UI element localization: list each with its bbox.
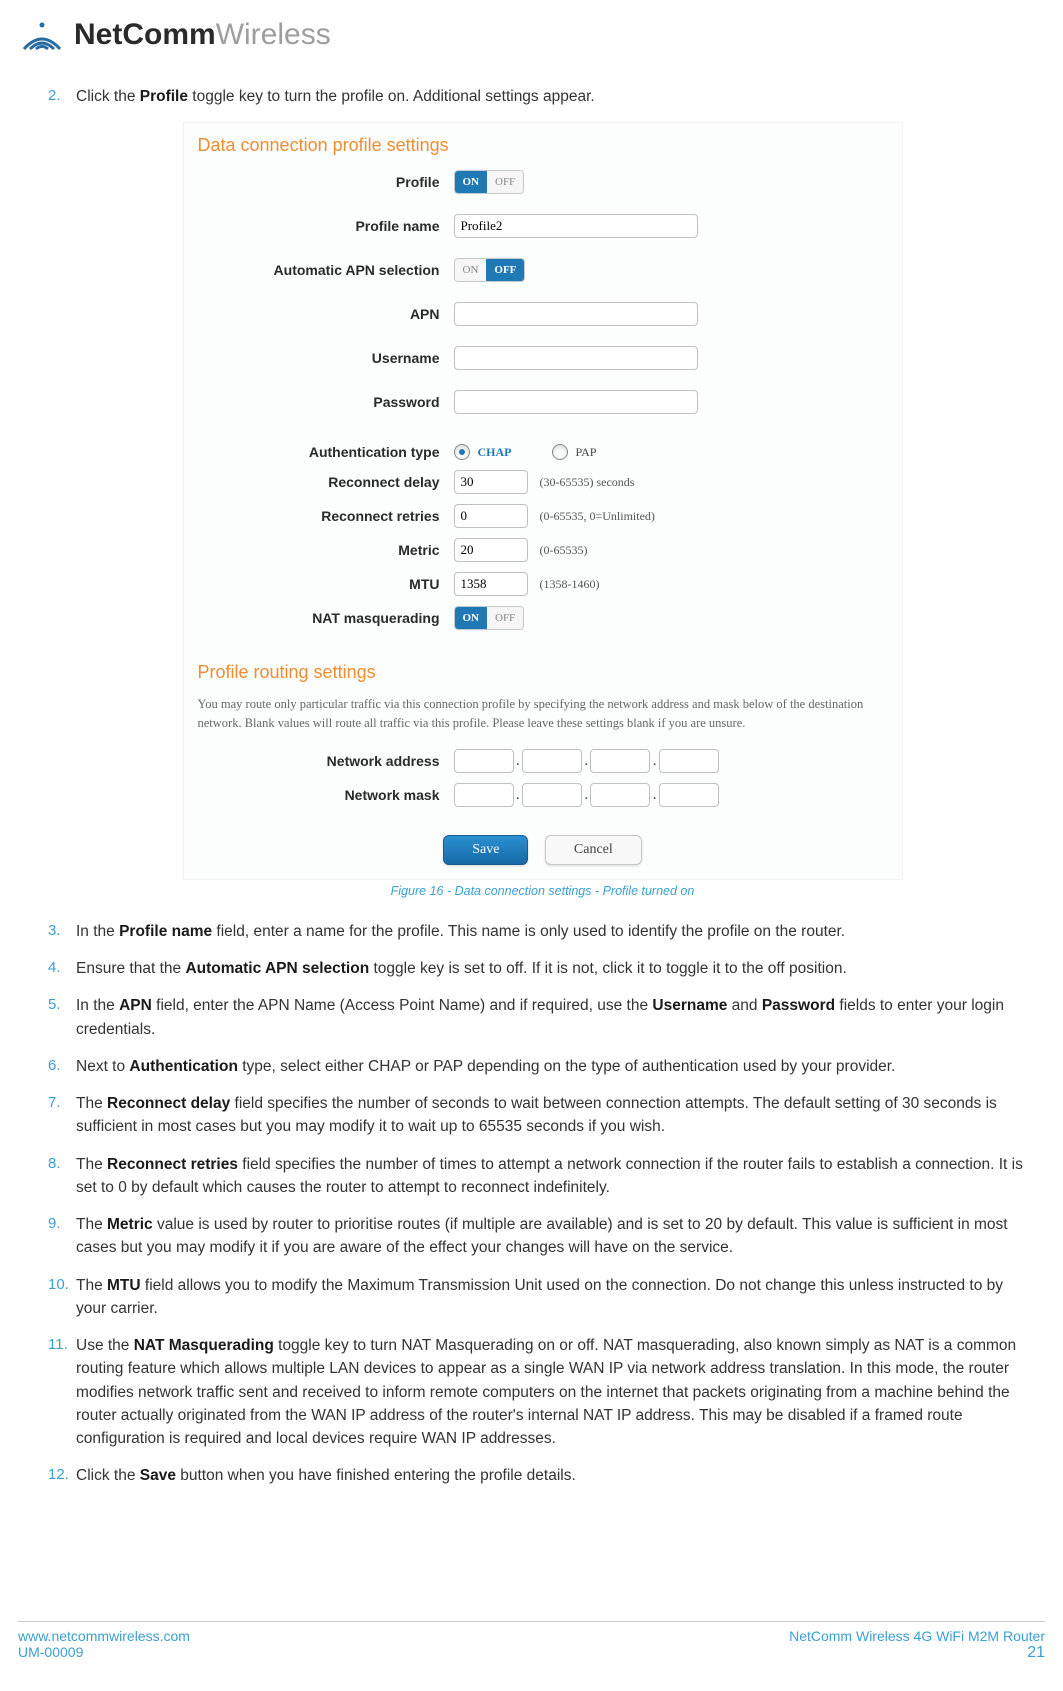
step-4: 4.Ensure that the Automatic APN selectio… <box>48 957 1037 980</box>
step-5: 5.In the APN field, enter the APN Name (… <box>48 994 1037 1041</box>
netmask-octet-1[interactable] <box>454 783 514 807</box>
brand-text: NetCommWireless <box>74 18 331 52</box>
netmask-octet-3[interactable] <box>590 783 650 807</box>
username-input[interactable] <box>454 346 698 370</box>
label-metric: Metric <box>184 542 454 558</box>
settings-screenshot: Data connection profile settings Profile… <box>183 122 903 880</box>
reconnect-retries-hint: (0-65535, 0=Unlimited) <box>540 509 655 524</box>
footer-product: NetComm Wireless 4G WiFi M2M Router <box>789 1628 1045 1644</box>
apn-input[interactable] <box>454 302 698 326</box>
netmask-octet-2[interactable] <box>522 783 582 807</box>
label-mtu: MTU <box>184 576 454 592</box>
save-button[interactable]: Save <box>443 835 528 865</box>
network-address-group: . . . <box>454 749 719 773</box>
auth-pap-radio[interactable]: PAP <box>552 444 597 460</box>
nat-toggle[interactable]: ONOFF <box>454 606 525 630</box>
footer-url: www.netcommwireless.com <box>18 1628 190 1644</box>
auth-chap-radio[interactable]: CHAP <box>454 444 512 460</box>
netaddr-octet-2[interactable] <box>522 749 582 773</box>
step-2: 2. Click the Profile toggle key to turn … <box>48 85 1037 108</box>
section-title-data-connection: Data connection profile settings <box>184 123 902 164</box>
label-password: Password <box>184 394 454 410</box>
brand-logo-icon <box>20 15 64 55</box>
step-12: 12.Click the Save button when you have f… <box>48 1464 1037 1487</box>
figure-caption: Figure 16 - Data connection settings - P… <box>48 884 1037 898</box>
netaddr-octet-3[interactable] <box>590 749 650 773</box>
step-6: 6.Next to Authentication type, select ei… <box>48 1055 1037 1078</box>
reconnect-retries-input[interactable] <box>454 504 528 528</box>
page-footer: www.netcommwireless.com UM-00009 NetComm… <box>18 1621 1045 1660</box>
step-8: 8.The Reconnect retries field specifies … <box>48 1153 1037 1200</box>
metric-hint: (0-65535) <box>540 543 588 558</box>
label-network-address: Network address <box>184 753 454 769</box>
label-network-mask: Network mask <box>184 787 454 803</box>
netmask-octet-4[interactable] <box>659 783 719 807</box>
mtu-hint: (1358-1460) <box>540 577 600 592</box>
step-3: 3.In the Profile name field, enter a nam… <box>48 920 1037 943</box>
routing-note: You may route only particular traffic vi… <box>184 691 902 743</box>
reconnect-delay-input[interactable] <box>454 470 528 494</box>
profile-name-input[interactable] <box>454 214 698 238</box>
brand-header: NetCommWireless <box>20 15 1045 55</box>
section-title-routing: Profile routing settings <box>184 650 902 691</box>
metric-input[interactable] <box>454 538 528 562</box>
label-profile-name: Profile name <box>184 218 454 234</box>
footer-page: 21 <box>789 1644 1045 1662</box>
network-mask-group: . . . <box>454 783 719 807</box>
label-nat: NAT masquerading <box>184 610 454 626</box>
label-username: Username <box>184 350 454 366</box>
label-reconnect-delay: Reconnect delay <box>184 474 454 490</box>
netaddr-octet-4[interactable] <box>659 749 719 773</box>
label-auth-type: Authentication type <box>184 444 454 460</box>
cancel-button[interactable]: Cancel <box>545 835 642 865</box>
netaddr-octet-1[interactable] <box>454 749 514 773</box>
step-11: 11.Use the NAT Masquerading toggle key t… <box>48 1334 1037 1450</box>
label-profile: Profile <box>184 174 454 190</box>
label-apn: APN <box>184 306 454 322</box>
step-9: 9.The Metric value is used by router to … <box>48 1213 1037 1260</box>
password-input[interactable] <box>454 390 698 414</box>
profile-toggle[interactable]: ONOFF <box>454 170 525 194</box>
step-7: 7.The Reconnect delay field specifies th… <box>48 1092 1037 1139</box>
step-10: 10.The MTU field allows you to modify th… <box>48 1274 1037 1321</box>
auto-apn-toggle[interactable]: ONOFF <box>454 258 526 282</box>
label-auto-apn: Automatic APN selection <box>184 262 454 278</box>
reconnect-delay-hint: (30-65535) seconds <box>540 475 635 490</box>
mtu-input[interactable] <box>454 572 528 596</box>
label-reconnect-retries: Reconnect retries <box>184 508 454 524</box>
